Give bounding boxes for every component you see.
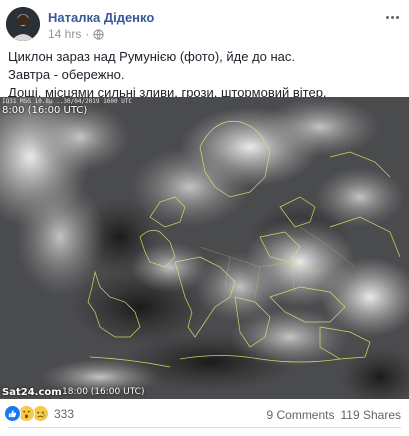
post-text-line: Циклон зараз над Румунією (фото), йде до… — [8, 49, 296, 64]
footer-divider — [8, 427, 401, 428]
meta-separator: · — [85, 27, 90, 41]
author-avatar[interactable] — [6, 7, 40, 41]
shares-count[interactable]: 119 Shares — [341, 408, 402, 422]
post-timestamp[interactable]: 14 hrs — [48, 27, 81, 41]
reactions-summary[interactable]: 333 — [4, 405, 74, 422]
comments-count[interactable]: 9 Comments — [266, 408, 334, 422]
post-meta: 14 hrs · — [48, 27, 104, 41]
engagement-counts: 9 Comments 119 Shares — [266, 408, 401, 422]
image-caption-top: IQ31 MSG 10.8µ ..30/04/2019 1600 UTC — [2, 98, 133, 105]
post-text-line: Завтра - обережно. — [8, 67, 125, 82]
facebook-post: Наталка Діденко 14 hrs · Циклон зараз на… — [0, 0, 409, 436]
satellite-image[interactable]: IQ31 MSG 10.8µ ..30/04/2019 1600 UTC 8:0… — [0, 97, 409, 399]
satellite-map-graphic — [0, 97, 409, 399]
image-source-label: Sat24.com — [2, 387, 62, 398]
post-text: Циклон зараз над Румунією (фото), йде до… — [8, 48, 403, 102]
reaction-count[interactable]: 333 — [54, 407, 74, 421]
globe-icon — [93, 28, 104, 40]
author-name[interactable]: Наталка Діденко — [48, 10, 154, 25]
image-time-bottom: 18:00 (16:00 UTC) — [62, 387, 145, 397]
more-options-icon[interactable] — [381, 10, 403, 24]
image-time-top: 8:00 (16:00 UTC) — [2, 105, 88, 116]
post-footer: 333 9 Comments 119 Shares — [0, 402, 409, 424]
like-icon — [4, 405, 21, 422]
